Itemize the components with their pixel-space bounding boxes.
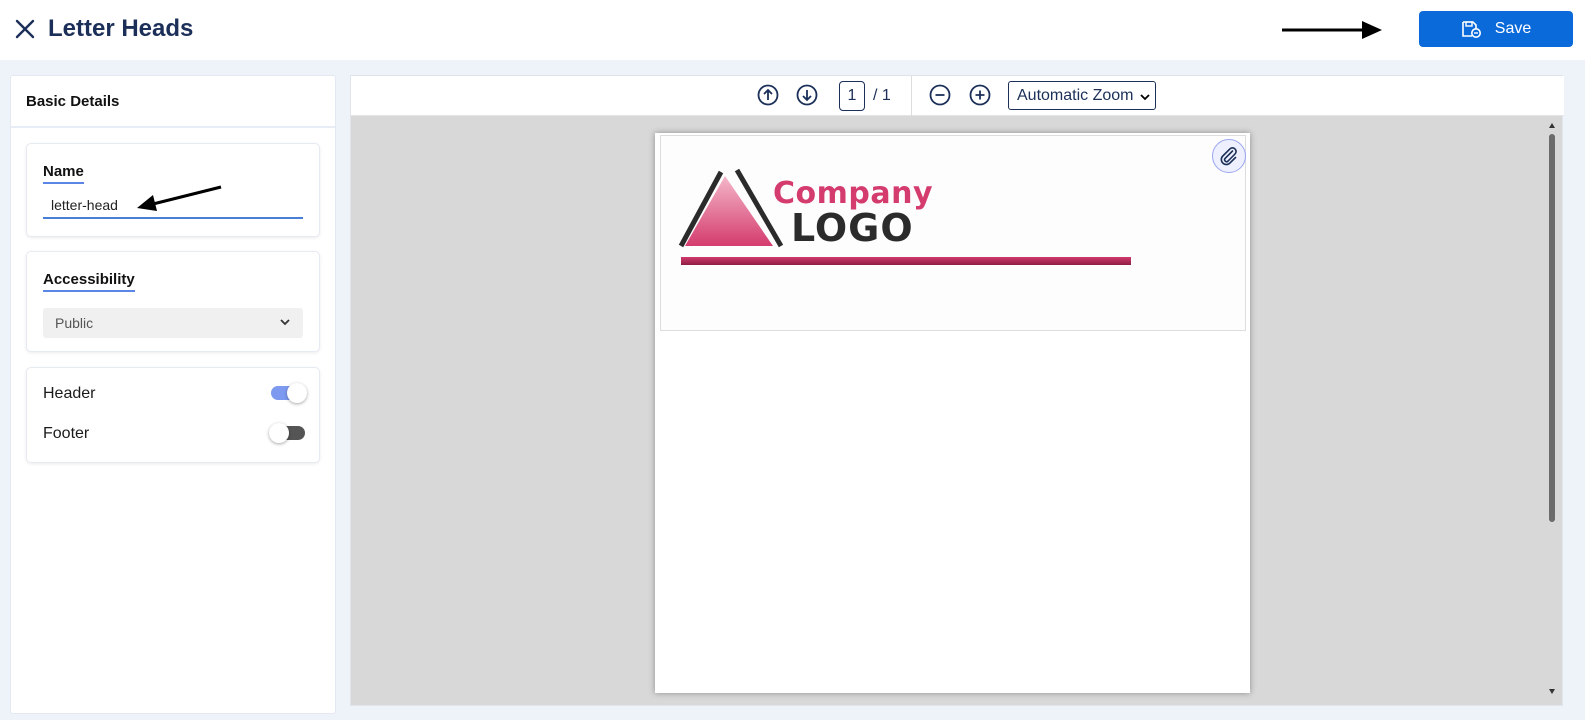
save-button[interactable]: Save (1419, 11, 1573, 47)
save-label: Save (1494, 20, 1532, 37)
chevron-down-icon (1140, 94, 1150, 101)
accessibility-value: Public (55, 315, 94, 331)
top-bar: Letter Heads Save (0, 0, 1585, 60)
paperclip-icon (1220, 147, 1237, 166)
toggle-knob (269, 423, 289, 443)
toolbar-divider (911, 76, 912, 116)
scroll-up-icon[interactable] (1548, 122, 1556, 130)
chevron-down-icon (280, 319, 290, 326)
header-toggle-row: Header (43, 382, 307, 406)
logo-underline-bar (681, 257, 1131, 265)
close-icon (15, 19, 35, 39)
save-icon (1461, 21, 1481, 38)
page-total: / 1 (873, 87, 891, 104)
pdf-viewer: 1 / 1 Automatic Zoom Company LOGO (350, 75, 1564, 706)
accessibility-card: Accessibility Public (26, 251, 320, 352)
logo-text: LOGO (791, 206, 914, 250)
close-button[interactable] (12, 16, 38, 42)
attach-image-button[interactable] (1212, 139, 1246, 173)
annotation-arrow-icon (1282, 21, 1382, 39)
zoom-in-icon[interactable] (968, 83, 992, 107)
footer-toggle[interactable] (269, 423, 305, 443)
pdf-page: Company LOGO (655, 133, 1250, 693)
arrow-up-circle-icon[interactable] (756, 83, 780, 107)
logo-triangle-icon (678, 168, 784, 248)
name-label: Name (43, 163, 84, 184)
viewer-scrollbar[interactable] (1547, 122, 1557, 696)
header-toggle-label: Header (43, 385, 96, 402)
accessibility-select[interactable]: Public (43, 308, 303, 338)
footer-toggle-label: Footer (43, 425, 90, 442)
layout-toggles-card: Header Footer (26, 367, 320, 463)
toggle-knob (287, 383, 307, 403)
footer-toggle-row: Footer (43, 422, 305, 446)
zoom-select[interactable]: Automatic Zoom (1008, 81, 1156, 110)
annotation-arrow-icon (137, 185, 222, 211)
panel-title: Basic Details (11, 76, 335, 128)
scrollbar-thumb[interactable] (1549, 134, 1555, 522)
letterhead-header-image: Company LOGO (660, 135, 1246, 331)
arrow-down-circle-icon[interactable] (795, 83, 819, 107)
zoom-value: Automatic Zoom (1017, 87, 1134, 104)
header-toggle[interactable] (271, 383, 307, 403)
basic-details-panel: Basic Details Name Accessibility Public … (10, 75, 336, 714)
page-number-input[interactable]: 1 (839, 81, 865, 111)
accessibility-label: Accessibility (43, 271, 135, 292)
zoom-out-icon[interactable] (928, 83, 952, 107)
name-card: Name (26, 143, 320, 237)
scroll-down-icon[interactable] (1548, 687, 1556, 695)
viewer-toolbar: 1 / 1 Automatic Zoom (351, 76, 1564, 116)
page-title: Letter Heads (48, 15, 194, 42)
